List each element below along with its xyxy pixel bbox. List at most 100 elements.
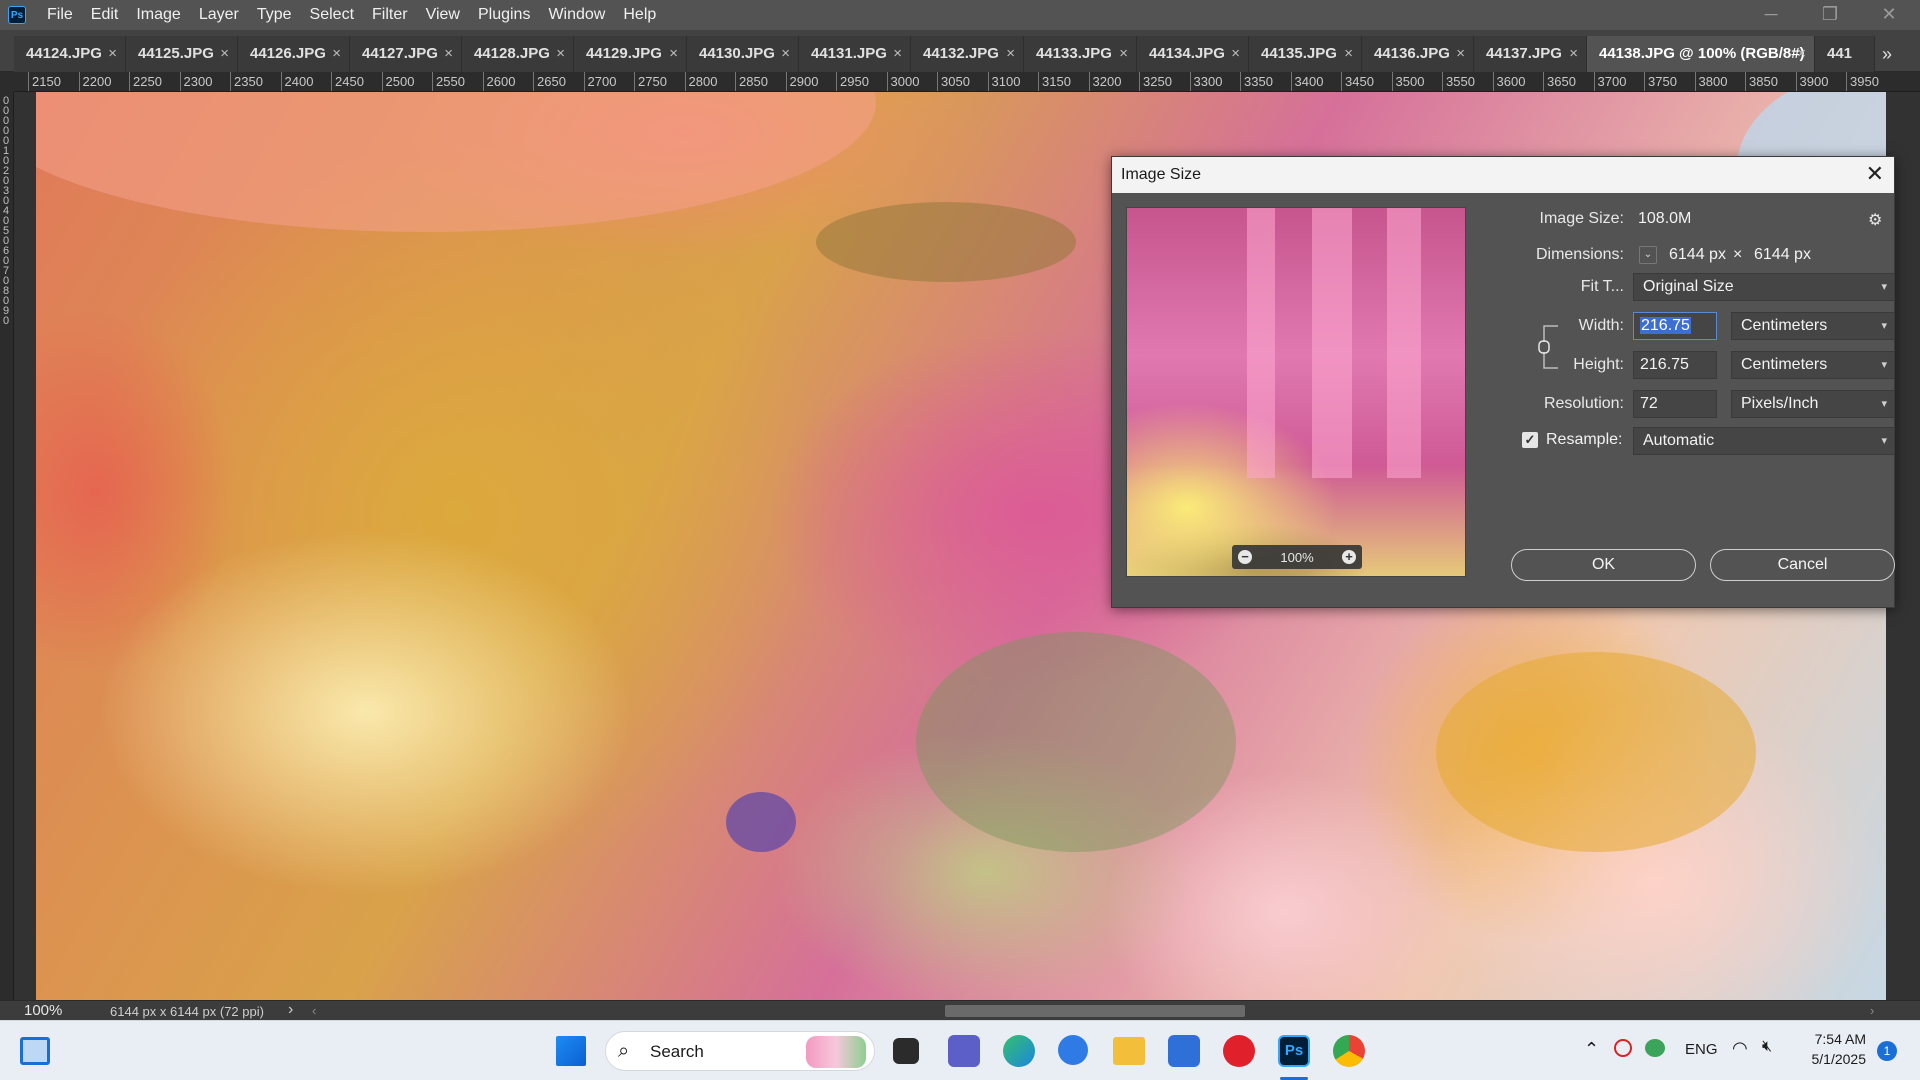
menu-help[interactable]: Help [614,0,665,30]
menu-image[interactable]: Image [127,0,189,30]
menu-window[interactable]: Window [539,0,614,30]
menu-layer[interactable]: Layer [190,0,248,30]
zoom-out-icon[interactable]: − [1238,550,1252,564]
photoshop-taskbar-icon[interactable]: Ps [1278,1035,1310,1067]
minimize-icon[interactable]: ─ [1744,0,1798,30]
tab-44129[interactable]: 44129.JPG × [574,36,687,72]
tab-label: 44134.JPG [1149,45,1225,62]
tab-441-partial[interactable]: 441 [1815,36,1875,72]
resolution-input[interactable]: 72 [1633,390,1717,418]
close-icon[interactable]: ✕ [1862,0,1916,30]
tab-44135[interactable]: 44135.JPG × [1249,36,1362,72]
vpn-tray-icon[interactable] [1614,1039,1632,1057]
close-tab-icon[interactable]: × [893,36,902,72]
close-tab-icon[interactable]: × [669,36,678,72]
menu-edit[interactable]: Edit [82,0,128,30]
snipping-tool-icon[interactable] [1058,1035,1088,1065]
chrome-icon[interactable] [1333,1035,1365,1067]
speaker-muted-icon[interactable]: 🔇︎ [1762,1038,1772,1056]
ruler-tick-label: 3150 [1042,74,1071,89]
horizontal-ruler[interactable]: 2150 2200 2250 2300 2350 2400 2450 2500 2550 2600… [14,72,1920,92]
close-tab-icon[interactable]: × [556,36,565,72]
close-tab-icon[interactable]: × [220,36,229,72]
menu-view[interactable]: View [417,0,469,30]
tab-44128[interactable]: 44128.JPG × [462,36,574,72]
opera-icon[interactable] [1223,1035,1255,1067]
dialog-close-icon[interactable]: ✕ [1866,157,1884,193]
windows-start-icon[interactable] [556,1036,586,1066]
height-input[interactable]: 216.75 [1633,351,1717,379]
image-preview[interactable]: − 100% + [1126,207,1466,577]
close-tab-icon[interactable]: × [1119,36,1128,72]
resample-select[interactable]: Automatic ▾ [1633,427,1895,455]
width-input[interactable]: 216.75 [1633,312,1717,340]
ruler-tick-label: 2400 [284,74,314,89]
ruler-tick-label: 3650 [1547,74,1576,89]
tab-44138-active[interactable]: 44138.JPG @ 100% (RGB/8#) × [1587,36,1815,72]
menu-file[interactable]: File [38,0,82,30]
zoom-level[interactable]: 100% [24,1002,62,1019]
widgets-icon[interactable] [20,1037,50,1065]
fit-to-select[interactable]: Original Size ▾ [1633,273,1895,301]
close-tab-icon[interactable]: × [444,36,453,72]
resolution-unit-select[interactable]: Pixels/Inch ▾ [1731,390,1895,418]
dimensions-height: 6144 px [1754,246,1811,263]
close-tab-icon[interactable]: × [1797,36,1806,72]
horizontal-scrollbar-thumb[interactable] [945,1005,1245,1017]
menu-plugins[interactable]: Plugins [469,0,539,30]
tab-44125[interactable]: 44125.JPG × [126,36,238,72]
taskbar-search-box[interactable]: ⌕ Search [605,1031,875,1071]
ok-button[interactable]: OK [1511,549,1696,581]
file-explorer-icon[interactable] [1113,1037,1145,1065]
clock-time[interactable]: 7:54 AM [1806,1031,1866,1047]
app-tray-icon[interactable] [1645,1039,1665,1057]
notification-badge[interactable]: 1 [1877,1041,1897,1061]
scroll-right-icon[interactable]: › [1870,1003,1874,1018]
wifi-icon[interactable]: ◠ [1732,1038,1748,1059]
microsoft-store-icon[interactable] [1168,1035,1200,1067]
tab-44130[interactable]: 44130.JPG × [687,36,799,72]
tab-44126[interactable]: 44126.JPG × [238,36,350,72]
tab-44131[interactable]: 44131.JPG × [799,36,911,72]
ruler-tick-label: 2550 [436,74,465,89]
photoshop-logo-icon[interactable]: Ps [8,6,26,24]
tab-44137[interactable]: 44137.JPG × [1474,36,1587,72]
close-tab-icon[interactable]: × [1231,36,1240,72]
status-arrow-icon[interactable]: › [288,1001,293,1019]
resample-checkbox[interactable]: ✓ [1522,432,1538,448]
dimensions-dropdown-chevron-icon[interactable]: ⌄ [1639,246,1657,264]
cancel-button[interactable]: Cancel [1710,549,1895,581]
gear-icon[interactable]: ⚙ [1868,210,1882,230]
edge-icon[interactable] [1003,1035,1035,1067]
width-unit-select[interactable]: Centimeters ▾ [1731,312,1895,340]
tab-44136[interactable]: 44136.JPG × [1362,36,1474,72]
tab-44124[interactable]: 44124.JPG × [14,36,126,72]
close-tab-icon[interactable]: × [1569,36,1578,72]
language-indicator[interactable]: ENG [1685,1041,1718,1058]
scroll-left-icon[interactable]: ‹ [312,1003,316,1018]
close-tab-icon[interactable]: × [332,36,341,72]
tab-44133[interactable]: 44133.JPG × [1024,36,1137,72]
close-tab-icon[interactable]: × [108,36,117,72]
close-tab-icon[interactable]: × [1456,36,1465,72]
teams-icon[interactable] [948,1035,980,1067]
tab-44134[interactable]: 44134.JPG × [1137,36,1249,72]
vertical-ruler[interactable]: 00000102030405060708090 [0,92,14,1000]
tab-44132[interactable]: 44132.JPG × [911,36,1024,72]
menu-filter[interactable]: Filter [363,0,417,30]
close-tab-icon[interactable]: × [1344,36,1353,72]
restore-icon[interactable]: ❐ [1803,0,1857,30]
task-view-icon[interactable] [893,1038,919,1064]
resample-value: Automatic [1643,432,1715,449]
ruler-tick-label: 3200 [1092,74,1122,89]
double-chevron-right-icon[interactable]: » [1882,36,1892,72]
clock-date[interactable]: 5/1/2025 [1800,1051,1867,1067]
zoom-in-icon[interactable]: + [1342,550,1356,564]
menu-type[interactable]: Type [248,0,301,30]
close-tab-icon[interactable]: × [1006,36,1015,72]
chevron-up-icon[interactable]: ⌃ [1584,1039,1599,1060]
height-unit-select[interactable]: Centimeters ▾ [1731,351,1895,379]
tab-44127[interactable]: 44127.JPG × [350,36,462,72]
menu-select[interactable]: Select [301,0,363,30]
close-tab-icon[interactable]: × [781,36,790,72]
